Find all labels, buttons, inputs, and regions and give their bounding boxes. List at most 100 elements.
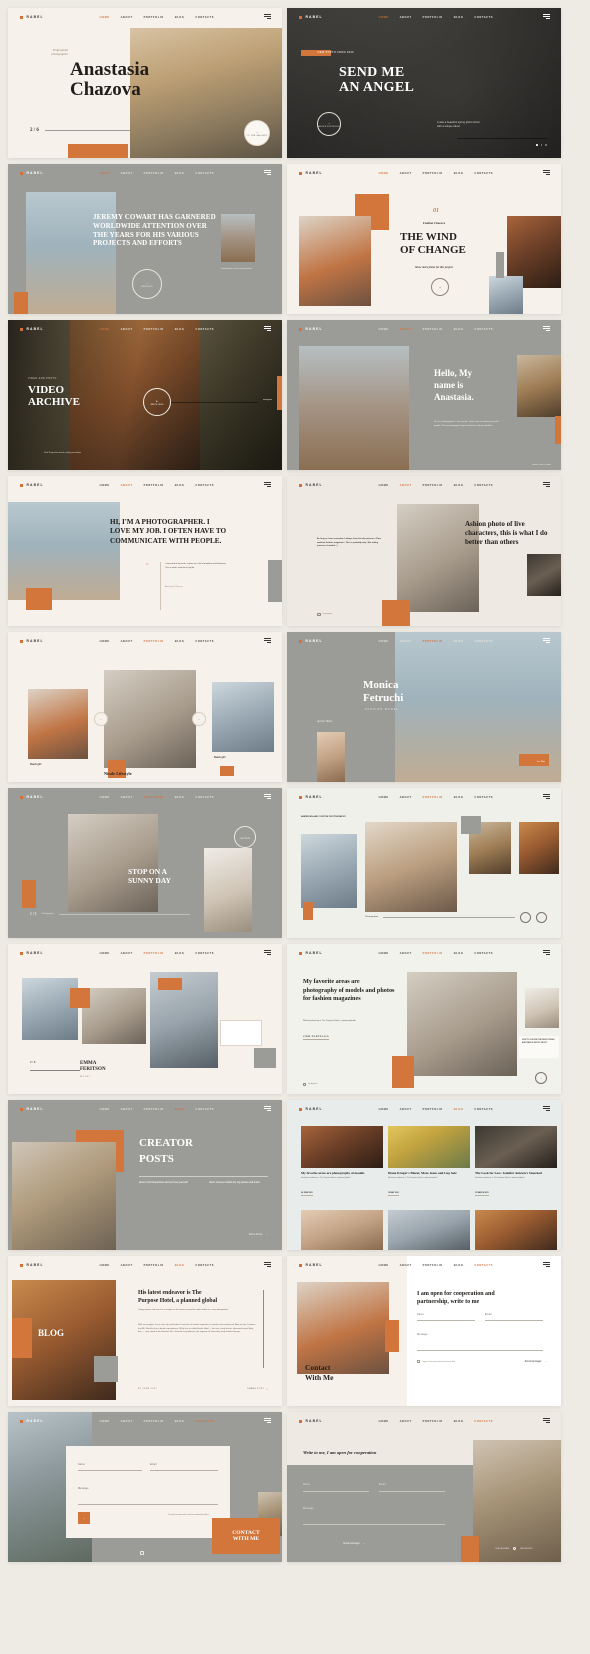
consent-checkbox[interactable]: I agree to the processing of personal da… bbox=[417, 1360, 455, 1363]
message-field[interactable]: Message bbox=[417, 1334, 543, 1351]
nav-item-blog[interactable]: BLOG bbox=[454, 16, 464, 19]
view-photo-circle-button[interactable]: → VIEW PHOTO bbox=[132, 269, 162, 299]
nav-item-portfolio[interactable]: PORTFOLIO bbox=[423, 952, 443, 955]
nav-item-portfolio[interactable]: PORTFOLIO bbox=[423, 1108, 443, 1111]
nav-item-blog[interactable]: BLOG bbox=[175, 328, 185, 331]
nav-item-portfolio[interactable]: PORTFOLIO bbox=[144, 328, 164, 331]
nav-item-blog[interactable]: BLOG bbox=[454, 484, 464, 487]
email-field[interactable]: Email bbox=[150, 1464, 218, 1471]
nav-item-portfolio[interactable]: PORTFOLIO bbox=[144, 172, 164, 175]
nav-item-contacts[interactable]: CONTACTS bbox=[195, 172, 214, 175]
nav-item-home[interactable]: HOME bbox=[100, 1420, 110, 1423]
nav-item-about[interactable]: ABOUT bbox=[400, 16, 412, 19]
nav-item-portfolio[interactable]: PORTFOLIO bbox=[423, 796, 443, 799]
nav-item-home[interactable]: HOME bbox=[100, 640, 110, 643]
menu-icon[interactable] bbox=[264, 1262, 271, 1267]
nav-item-portfolio[interactable]: PORTFOLIO bbox=[144, 952, 164, 955]
slide-hero-anastasia[interactable]: RABEL HOME ABOUT PORTFOLIO BLOG CONTACTS… bbox=[8, 8, 282, 158]
nav-item-portfolio[interactable]: PORTFOLIO bbox=[144, 1108, 164, 1111]
gallery-circle-button[interactable]: → TO THE GALLERY bbox=[244, 120, 270, 146]
nav-item-home[interactable]: HOME bbox=[100, 172, 110, 175]
progress-line[interactable] bbox=[30, 1069, 80, 1070]
more-posts-link[interactable]: More Posts → bbox=[249, 1232, 268, 1236]
nav-item-about[interactable]: ABOUT bbox=[121, 1420, 133, 1423]
slide-stop-on-a-sunny-day[interactable]: RABEL HOME ABOUT PORTFOLIO BLOG CONTACTS… bbox=[8, 788, 282, 938]
menu-icon[interactable] bbox=[543, 1262, 550, 1267]
view-more-circle-button[interactable]: → VIEW MORE bbox=[234, 826, 256, 848]
nav-item-portfolio[interactable]: PORTFOLIO bbox=[423, 16, 443, 19]
slide-the-wind-of-change[interactable]: RABEL HOME ABOUT PORTFOLIO BLOG CONTACTS… bbox=[287, 164, 561, 314]
slide-jeremy-cowart[interactable]: RABEL HOME ABOUT PORTFOLIO BLOG CONTACTS… bbox=[8, 164, 282, 314]
slide-im-a-photographer[interactable]: RABEL HOME ABOUT PORTFOLIO BLOG CONTACTS… bbox=[8, 476, 282, 626]
menu-icon[interactable] bbox=[543, 170, 550, 175]
nav-item-about[interactable]: ABOUT bbox=[400, 640, 412, 643]
nav-item-about[interactable]: ABOUT bbox=[121, 172, 133, 175]
menu-icon[interactable] bbox=[264, 794, 271, 799]
slide-send-me-an-angel[interactable]: RABEL HOME ABOUT PORTFOLIO BLOG CONTACTS… bbox=[287, 8, 561, 158]
menu-icon[interactable] bbox=[264, 170, 271, 175]
menu-icon[interactable] bbox=[264, 1106, 271, 1111]
next-button[interactable]: → bbox=[192, 712, 206, 726]
nav-item-contacts[interactable]: CONTACTS bbox=[195, 1420, 214, 1423]
nav-item-about[interactable]: ABOUT bbox=[400, 1108, 412, 1111]
menu-icon[interactable] bbox=[264, 1418, 271, 1423]
nav-item-about[interactable]: ABOUT bbox=[400, 1264, 412, 1267]
nav-item-about[interactable]: ABOUT bbox=[400, 1420, 412, 1423]
nav-item-contacts[interactable]: CONTACTS bbox=[195, 328, 214, 331]
nav-item-about[interactable]: ABOUT bbox=[121, 1264, 133, 1267]
name-field[interactable]: Name bbox=[417, 1314, 475, 1321]
nav-item-home[interactable]: HOME bbox=[100, 1108, 110, 1111]
nav-item-portfolio[interactable]: PORTFOLIO bbox=[423, 328, 443, 331]
send-message-button[interactable]: Send message → bbox=[525, 1359, 547, 1363]
nav-item-home[interactable]: HOME bbox=[379, 328, 389, 331]
menu-icon[interactable] bbox=[543, 638, 550, 643]
name-field[interactable]: Name bbox=[303, 1484, 369, 1492]
nav-item-contacts[interactable]: CONTACTS bbox=[195, 952, 214, 955]
contact-cta-button[interactable]: CONTACT WITH ME bbox=[212, 1518, 280, 1554]
nav-item-about[interactable]: ABOUT bbox=[121, 952, 133, 955]
nav-item-contacts[interactable]: CONTACTS bbox=[474, 640, 493, 643]
slide-american-and-custom[interactable]: RABEL HOME ABOUT PORTFOLIO BLOG CONTACTS… bbox=[287, 788, 561, 938]
nav-item-contacts[interactable]: CONTACTS bbox=[195, 640, 214, 643]
nav-item-about[interactable]: ABOUT bbox=[121, 640, 133, 643]
menu-icon[interactable] bbox=[264, 950, 271, 955]
instagram-link[interactable]: Instagram bbox=[317, 612, 332, 616]
social-links[interactable]: INSTAGRAM FACEBOOK bbox=[495, 1547, 533, 1550]
slide-blog-article[interactable]: RABEL HOME ABOUT PORTFOLIO BLOG CONTACTS… bbox=[8, 1256, 282, 1406]
watch-video-circle-button[interactable]: ▸ WATCH VIDEO bbox=[143, 388, 171, 416]
nav-item-contacts[interactable]: CONTACTS bbox=[474, 16, 493, 19]
nav-item-about[interactable]: ABOUT bbox=[400, 328, 412, 331]
slide-nicole-lifestyle[interactable]: RABEL HOME ABOUT PORTFOLIO BLOG CONTACTS… bbox=[8, 632, 282, 782]
next-circle-button[interactable]: → bbox=[535, 1072, 547, 1084]
nav-item-blog[interactable]: BLOG bbox=[454, 328, 464, 331]
nav-item-blog[interactable]: BLOG bbox=[175, 1264, 185, 1267]
portfolio-link[interactable]: VIEW PORTFOLIO bbox=[303, 1036, 329, 1040]
menu-icon[interactable] bbox=[264, 482, 271, 487]
nav-item-contacts[interactable]: CONTACTS bbox=[195, 796, 214, 799]
nav-item-blog[interactable]: BLOG bbox=[454, 172, 464, 175]
nav-item-home[interactable]: HOME bbox=[100, 16, 110, 19]
nav-item-home[interactable]: HOME bbox=[379, 1420, 389, 1423]
slide-ashion-photo[interactable]: RABEL HOME ABOUT PORTFOLIO BLOG CONTACTS… bbox=[287, 476, 561, 626]
menu-icon[interactable] bbox=[264, 326, 271, 331]
nav-item-portfolio[interactable]: PORTFOLIO bbox=[144, 796, 164, 799]
nav-item-contacts[interactable]: CONTACTS bbox=[474, 1264, 493, 1267]
nav-item-blog[interactable]: BLOG bbox=[175, 1108, 185, 1111]
menu-icon[interactable] bbox=[543, 482, 550, 487]
nav-item-portfolio[interactable]: PORTFOLIO bbox=[423, 1264, 443, 1267]
nav-item-blog[interactable]: BLOG bbox=[454, 1420, 464, 1423]
slide-video-archive[interactable]: RABEL HOME ABOUT PORTFOLIO BLOG CONTACTS… bbox=[8, 320, 282, 470]
menu-icon[interactable] bbox=[543, 794, 550, 799]
nav-item-contacts[interactable]: CONTACTS bbox=[474, 1420, 493, 1423]
nav-item-about[interactable]: ABOUT bbox=[121, 484, 133, 487]
expand-circle-button[interactable]: + bbox=[431, 278, 449, 296]
nav-item-home[interactable]: HOME bbox=[100, 796, 110, 799]
nav-item-about[interactable]: ABOUT bbox=[121, 328, 133, 331]
nav-item-blog[interactable]: BLOG bbox=[175, 952, 185, 955]
nav-item-portfolio[interactable]: PORTFOLIO bbox=[423, 640, 443, 643]
submit-button[interactable]: → bbox=[78, 1512, 90, 1524]
nav-item-contacts[interactable]: CONTACTS bbox=[195, 16, 214, 19]
nav-item-home[interactable]: HOME bbox=[379, 796, 389, 799]
slide-monica-fetruchi[interactable]: RABEL HOME ABOUT PORTFOLIO BLOG CONTACTS… bbox=[287, 632, 561, 782]
blog-card[interactable]: My favorite areas are photography of mod… bbox=[301, 1126, 383, 1198]
